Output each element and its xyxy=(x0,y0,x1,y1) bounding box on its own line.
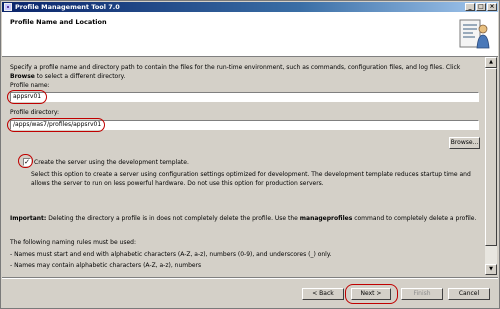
maximize-button[interactable]: □ xyxy=(476,3,486,11)
wizard-document-icon xyxy=(459,19,490,49)
description-text-1: Specify a profile name and directory pat… xyxy=(10,64,461,71)
important-label: Important: xyxy=(10,215,47,222)
naming-rules-intro: The following naming rules must be used: xyxy=(10,239,137,246)
wizard-header: Profile Name and Location xyxy=(2,12,498,57)
profile-directory-label: Profile directory: xyxy=(10,109,59,116)
browse-button[interactable]: Browse... xyxy=(449,137,480,149)
dev-template-checkbox[interactable]: ✓ xyxy=(23,158,31,166)
scrollbar-thumb[interactable] xyxy=(485,68,497,246)
dev-template-label: Create the server using the development … xyxy=(34,159,189,166)
description: Specify a profile name and directory pat… xyxy=(10,63,480,81)
window-title: Profile Management Tool 7.0 xyxy=(15,3,120,11)
naming-rule-1: - Names must start and end with alphabet… xyxy=(10,251,332,258)
cancel-button[interactable]: Cancel xyxy=(448,288,490,300)
profile-name-input[interactable]: appsrv01 xyxy=(10,92,479,102)
minimize-button[interactable]: _ xyxy=(465,3,475,11)
finish-button[interactable]: Finish xyxy=(401,288,443,300)
profile-name-label: Profile name: xyxy=(10,82,50,89)
title-bar[interactable]: Profile Management Tool 7.0 _ □ × xyxy=(2,2,498,12)
next-button[interactable]: Next > xyxy=(351,288,391,300)
app-icon xyxy=(4,3,12,11)
description-text-2: to select a different directory. xyxy=(34,73,126,80)
wizard-window: Profile Management Tool 7.0 _ □ × Profil… xyxy=(0,0,500,309)
close-button[interactable]: × xyxy=(487,3,497,11)
important-command-bold: manageprofiles xyxy=(299,215,353,222)
dev-template-description: Select this option to create a server us… xyxy=(31,171,471,187)
important-text-2: command to completely delete a profile. xyxy=(352,215,477,222)
profile-directory-input[interactable]: /apps/was7/profiles/appsrv01 xyxy=(10,120,479,130)
back-button[interactable]: < Back xyxy=(302,288,344,300)
vertical-scrollbar[interactable]: ▲ ▼ xyxy=(485,57,497,275)
naming-rule-2: - Names may contain alphabetic character… xyxy=(10,262,202,269)
description-browse-bold: Browse xyxy=(10,73,35,80)
scroll-up-arrow-icon[interactable]: ▲ xyxy=(485,57,497,68)
content-panel: Specify a profile name and directory pat… xyxy=(2,57,485,275)
important-text-1: Deleting the directory a profile is in d… xyxy=(46,215,300,222)
scroll-down-arrow-icon[interactable]: ▼ xyxy=(485,264,497,275)
wizard-footer: < Back Next > Finish Cancel xyxy=(2,279,498,308)
page-title: Profile Name and Location xyxy=(10,18,107,26)
important-note: Important: Deleting the directory a prof… xyxy=(10,214,480,223)
